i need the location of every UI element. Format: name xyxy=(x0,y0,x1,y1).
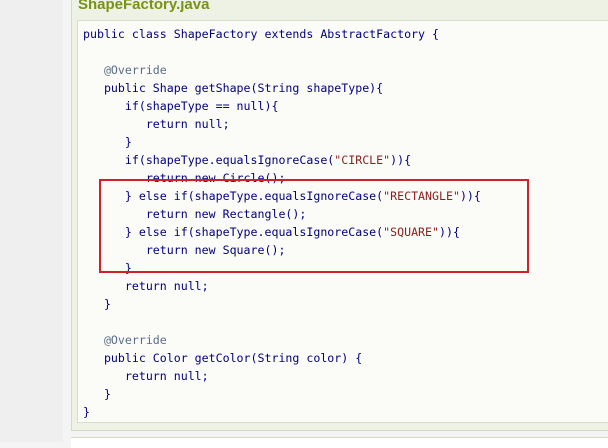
file-title: ShapeFactory.java xyxy=(78,0,210,13)
next-panel-edge xyxy=(71,437,608,448)
code-line: if(shapeType.equalsIgnoreCase("CIRCLE"))… xyxy=(83,153,412,167)
code-line: } xyxy=(83,405,90,419)
code-line: } xyxy=(83,387,111,401)
code-line: if(shapeType == null){ xyxy=(83,99,279,113)
code-line: return null; xyxy=(83,279,209,293)
code-line: } xyxy=(83,297,111,311)
highlight-annotation-box xyxy=(99,179,529,273)
string-literal: "CIRCLE" xyxy=(334,153,391,167)
code-line-annotation: @Override xyxy=(83,333,167,347)
left-sidebar-strip xyxy=(0,0,63,442)
code-line: public Color getColor(String color) { xyxy=(83,351,363,365)
code-line: public class ShapeFactory extends Abstra… xyxy=(83,27,439,41)
code-line: public Shape getShape(String shapeType){ xyxy=(83,81,384,95)
code-line: return null; xyxy=(83,369,209,383)
code-line-annotation: @Override xyxy=(83,63,167,77)
code-line: return null; xyxy=(83,117,230,131)
code-line: } xyxy=(83,135,132,149)
